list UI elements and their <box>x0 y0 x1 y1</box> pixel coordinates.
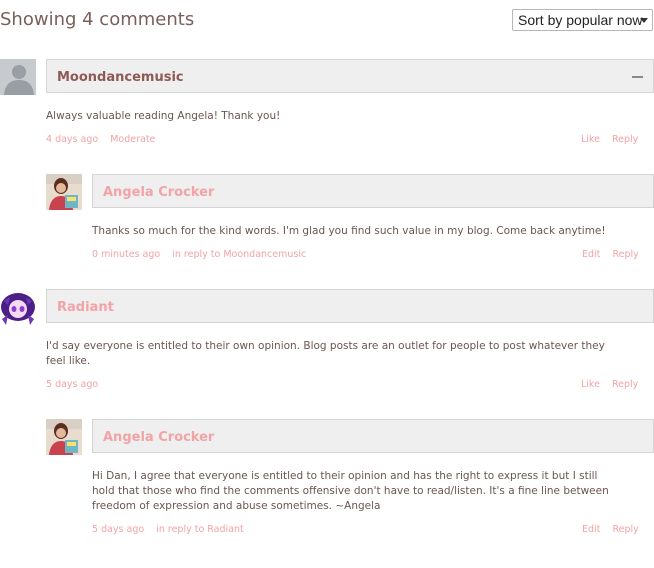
comment-author[interactable]: Angela Crocker <box>103 430 214 445</box>
comment-actions: Edit Reply <box>582 249 639 260</box>
comment-actions: Edit Reply <box>582 524 639 535</box>
comment-header: Angela Crocker <box>92 419 654 453</box>
reply-button[interactable]: Reply <box>612 379 638 390</box>
avatar[interactable] <box>0 289 36 325</box>
dropdown-arrow-icon <box>640 18 648 23</box>
sort-select-label: Sort by popular now <box>518 12 643 28</box>
in-reply-to-link[interactable]: in reply to Radiant <box>156 524 244 535</box>
avatar[interactable] <box>0 59 36 95</box>
comment-header: Angela Crocker <box>92 174 654 208</box>
comment-meta: 5 days ago <box>46 379 98 390</box>
avatar[interactable] <box>46 419 82 455</box>
comment-text-line: freedom of expression and abuse sometime… <box>92 500 381 512</box>
comment-author[interactable]: Angela Crocker <box>103 185 214 200</box>
comment-meta: 0 minutes ago in reply to Moondancemusic <box>92 249 306 260</box>
comment-actions: Like Reply <box>581 134 638 145</box>
radiant-avatar-icon <box>0 289 36 325</box>
comment-meta: 5 days ago in reply to Radiant <box>92 524 244 535</box>
sort-select[interactable]: Sort by popular now <box>512 9 653 31</box>
avatar[interactable] <box>46 174 82 210</box>
comment-author[interactable]: Moondancemusic <box>57 70 184 85</box>
reply-button[interactable]: Reply <box>612 134 638 145</box>
angela-photo-icon <box>46 174 82 210</box>
comment-text: I'd say everyone is entitled to their ow… <box>46 339 646 369</box>
reply-button[interactable]: Reply <box>612 524 638 535</box>
comment-header: Radiant <box>46 289 654 323</box>
edit-button[interactable]: Edit <box>582 249 600 260</box>
comment-text: Always valuable reading Angela! Thank yo… <box>46 110 281 122</box>
comment-text-line: feel like. <box>46 355 91 367</box>
like-button[interactable]: Like <box>581 134 600 145</box>
comments-header: Showing 4 comments Sort by popular now <box>0 0 654 44</box>
edit-button[interactable]: Edit <box>582 524 600 535</box>
moderate-link[interactable]: Moderate <box>110 134 155 145</box>
comment-time[interactable]: 4 days ago <box>46 134 98 145</box>
comment-text-line: Hi Dan, I agree that everyone is entitle… <box>92 470 598 482</box>
comment-time[interactable]: 5 days ago <box>92 524 144 535</box>
angela-photo-icon <box>46 419 82 455</box>
comment-text: Hi Dan, I agree that everyone is entitle… <box>92 469 652 514</box>
comment-count: Showing 4 comments <box>0 9 195 30</box>
comment-actions: Like Reply <box>581 379 638 390</box>
comment-text-line: I'd say everyone is entitled to their ow… <box>46 340 605 352</box>
comment-header: Moondancemusic <box>46 59 654 93</box>
like-button[interactable]: Like <box>581 379 600 390</box>
default-user-silhouette-icon <box>0 59 36 95</box>
collapse-icon[interactable] <box>632 76 643 78</box>
comment-time[interactable]: 0 minutes ago <box>92 249 160 260</box>
comment-text-line: hold that those who find the comments of… <box>92 485 609 497</box>
reply-button[interactable]: Reply <box>612 249 638 260</box>
comment-time[interactable]: 5 days ago <box>46 379 98 390</box>
comment-meta: 4 days ago Moderate <box>46 134 155 145</box>
in-reply-to-link[interactable]: in reply to Moondancemusic <box>172 249 306 260</box>
comment-author[interactable]: Radiant <box>57 300 114 315</box>
comment-text: Thanks so much for the kind words. I'm g… <box>92 225 606 237</box>
